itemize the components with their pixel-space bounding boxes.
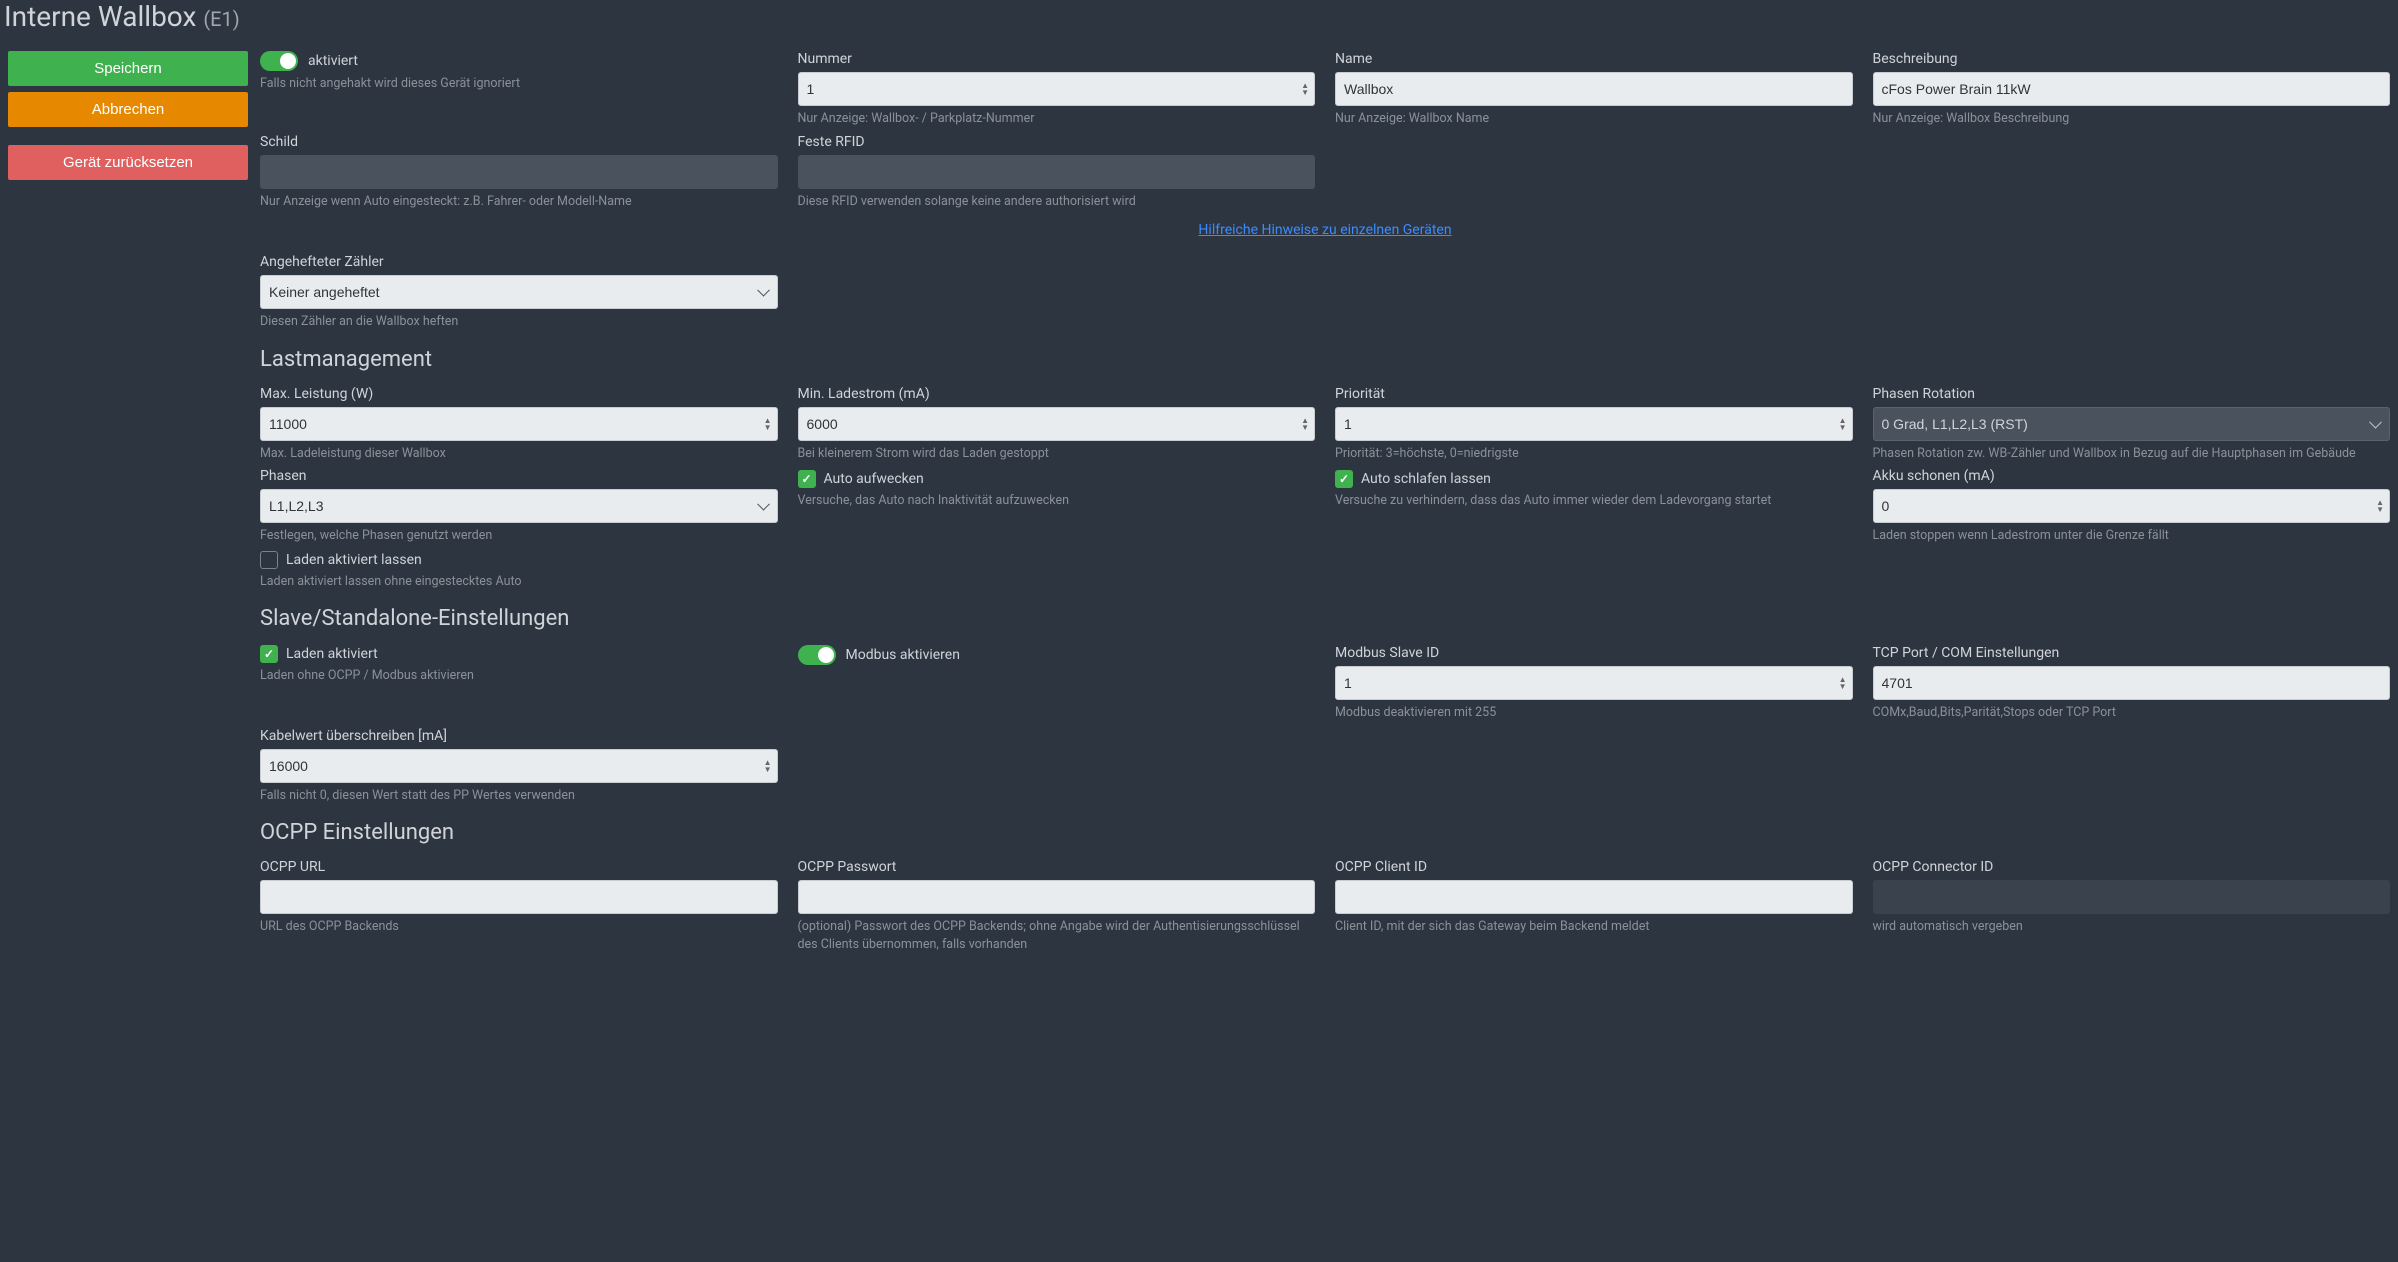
phase-rotation-select[interactable]: 0 Grad, L1,L2,L3 (RST) — [1873, 407, 2391, 441]
attached-meter-select[interactable]: Keiner angeheftet — [260, 275, 778, 309]
tcp-port-help: COMx,Baud,Bits,Parität,Stops oder TCP Po… — [1873, 704, 2391, 722]
tcp-port-label: TCP Port / COM Einstellungen — [1873, 645, 2391, 661]
sign-help: Nur Anzeige wenn Auto eingesteckt: z.B. … — [260, 193, 778, 211]
page-title: Interne Wallbox (E1) — [0, 0, 2398, 33]
sign-input[interactable] — [260, 155, 778, 189]
modbus-enable-label: Modbus aktivieren — [846, 647, 960, 663]
min-current-label: Min. Ladestrom (mA) — [798, 386, 1316, 402]
cancel-button[interactable]: Abbrechen — [8, 92, 248, 127]
fixed-rfid-label: Feste RFID — [798, 134, 1316, 150]
auto-wake-label: Auto aufwecken — [824, 471, 924, 487]
battery-help: Laden stoppen wenn Ladestrom unter die G… — [1873, 527, 2391, 545]
phases-select[interactable]: L1,L2,L3 — [260, 489, 778, 523]
ocpp-password-help: (optional) Passwort des OCPP Backends; o… — [798, 918, 1316, 953]
activated-label: aktiviert — [308, 53, 358, 69]
name-help: Nur Anzeige: Wallbox Name — [1335, 110, 1853, 128]
name-input[interactable] — [1335, 72, 1853, 106]
modbus-enable-toggle[interactable] — [798, 645, 836, 665]
device-hints-link[interactable]: Hilfreiche Hinweise zu einzelnen Geräten — [1198, 222, 1451, 238]
cable-override-input[interactable] — [260, 749, 778, 783]
fixed-rfid-input[interactable] — [798, 155, 1316, 189]
attached-meter-label: Angehefteter Zähler — [260, 254, 778, 270]
ocpp-client-id-help: Client ID, mit der sich das Gateway beim… — [1335, 918, 1853, 936]
reset-device-button[interactable]: Gerät zurücksetzen — [8, 145, 248, 180]
title-main: Interne Wallbox — [4, 0, 196, 33]
charging-enabled-checkbox[interactable] — [260, 645, 278, 663]
phase-rotation-label: Phasen Rotation — [1873, 386, 2391, 402]
modbus-slave-id-input[interactable] — [1335, 666, 1853, 700]
auto-sleep-label: Auto schlafen lassen — [1361, 471, 1491, 487]
activated-help: Falls nicht angehakt wird dieses Gerät i… — [260, 75, 778, 93]
load-management-heading: Lastmanagement — [260, 347, 2390, 372]
auto-wake-help: Versuche, das Auto nach Inaktivität aufz… — [798, 492, 1316, 510]
description-help: Nur Anzeige: Wallbox Beschreibung — [1873, 110, 2391, 128]
modbus-slave-id-help: Modbus deaktivieren mit 255 — [1335, 704, 1853, 722]
max-power-help: Max. Ladeleistung dieser Wallbox — [260, 445, 778, 463]
charging-enabled-label: Laden aktiviert — [286, 646, 378, 662]
ocpp-settings-heading: OCPP Einstellungen — [260, 820, 2390, 845]
ocpp-client-id-label: OCPP Client ID — [1335, 859, 1853, 875]
ocpp-password-input[interactable] — [798, 880, 1316, 914]
cable-override-help: Falls nicht 0, diesen Wert statt des PP … — [260, 787, 778, 805]
number-help: Nur Anzeige: Wallbox- / Parkplatz-Nummer — [798, 110, 1316, 128]
ocpp-url-input[interactable] — [260, 880, 778, 914]
ocpp-url-help: URL des OCPP Backends — [260, 918, 778, 936]
activated-toggle[interactable] — [260, 51, 298, 71]
modbus-slave-id-label: Modbus Slave ID — [1335, 645, 1853, 661]
auto-sleep-help: Versuche zu verhindern, dass das Auto im… — [1335, 492, 1853, 510]
ocpp-password-label: OCPP Passwort — [798, 859, 1316, 875]
max-power-input[interactable] — [260, 407, 778, 441]
save-button[interactable]: Speichern — [8, 51, 248, 86]
ocpp-url-label: OCPP URL — [260, 859, 778, 875]
battery-input[interactable] — [1873, 489, 2391, 523]
tcp-port-input[interactable] — [1873, 666, 2391, 700]
keep-charging-label: Laden aktiviert lassen — [286, 552, 422, 568]
ocpp-connector-id-help: wird automatisch vergeben — [1873, 918, 2391, 936]
ocpp-connector-id-input — [1873, 880, 2391, 914]
auto-sleep-checkbox[interactable] — [1335, 470, 1353, 488]
name-label: Name — [1335, 51, 1853, 67]
phases-label: Phasen — [260, 468, 778, 484]
cable-override-label: Kabelwert überschreiben [mA] — [260, 728, 778, 744]
number-input[interactable] — [798, 72, 1316, 106]
auto-wake-checkbox[interactable] — [798, 470, 816, 488]
slave-settings-heading: Slave/Standalone-Einstellungen — [260, 606, 2390, 631]
charging-enabled-help: Laden ohne OCPP / Modbus aktivieren — [260, 667, 778, 685]
priority-input[interactable] — [1335, 407, 1853, 441]
title-suffix: (E1) — [203, 7, 239, 31]
phase-rotation-help: Phasen Rotation zw. WB-Zähler und Wallbo… — [1873, 445, 2391, 463]
fixed-rfid-help: Diese RFID verwenden solange keine ander… — [798, 193, 1316, 211]
ocpp-connector-id-label: OCPP Connector ID — [1873, 859, 2391, 875]
number-label: Nummer — [798, 51, 1316, 67]
min-current-help: Bei kleinerem Strom wird das Laden gesto… — [798, 445, 1316, 463]
description-input[interactable] — [1873, 72, 2391, 106]
ocpp-client-id-input[interactable] — [1335, 880, 1853, 914]
keep-charging-checkbox[interactable] — [260, 551, 278, 569]
max-power-label: Max. Leistung (W) — [260, 386, 778, 402]
phases-help: Festlegen, welche Phasen genutzt werden — [260, 527, 778, 545]
attached-meter-help: Diesen Zähler an die Wallbox heften — [260, 313, 778, 331]
keep-charging-help: Laden aktiviert lassen ohne eingesteckte… — [260, 573, 778, 591]
description-label: Beschreibung — [1873, 51, 2391, 67]
battery-label: Akku schonen (mA) — [1873, 468, 2391, 484]
sign-label: Schild — [260, 134, 778, 150]
min-current-input[interactable] — [798, 407, 1316, 441]
priority-label: Priorität — [1335, 386, 1853, 402]
priority-help: Priorität: 3=höchste, 0=niedrigste — [1335, 445, 1853, 463]
